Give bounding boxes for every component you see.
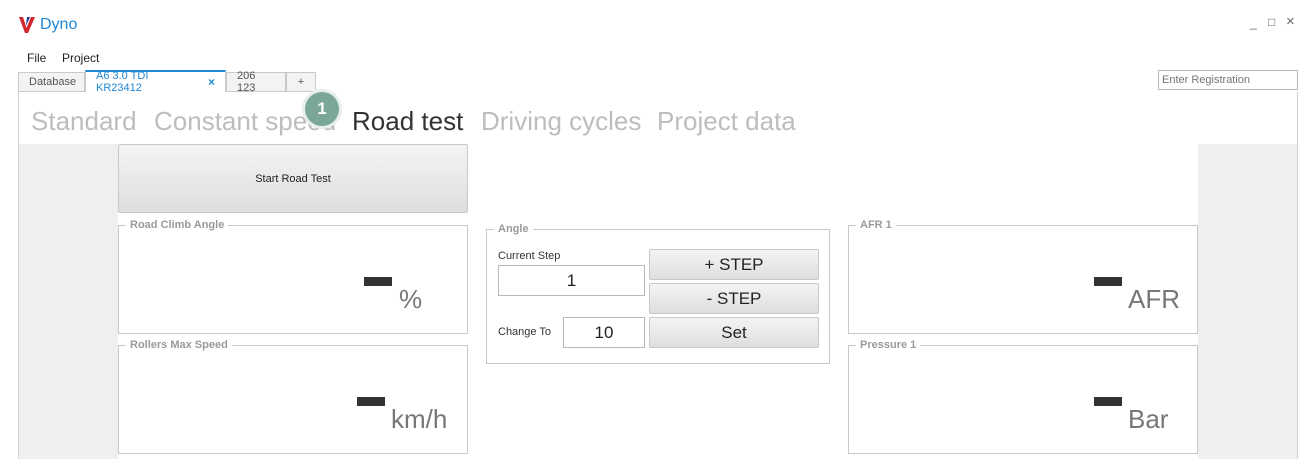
plus-icon: + [297, 76, 305, 88]
left-margin-panel [19, 144, 118, 459]
rollers-max-speed-group: Rollers Max Speed km/h [118, 339, 468, 454]
angle-group: Angle Current Step 1 Change To 10 + STEP… [486, 223, 830, 364]
set-button[interactable]: Set [649, 317, 819, 348]
nav-standard[interactable]: Standard [31, 106, 137, 137]
value-placeholder [1094, 397, 1122, 406]
registration-search-input[interactable] [1158, 70, 1298, 90]
add-tab-button[interactable]: + [286, 72, 316, 92]
pressure-group: Pressure 1 Bar [848, 339, 1198, 454]
road-climb-angle-group: Road Climb Angle % [118, 219, 468, 334]
value-placeholder [364, 277, 392, 286]
tab-label: 206 123 [237, 70, 256, 94]
step-badge: 1 [305, 92, 339, 126]
group-title: Rollers Max Speed [126, 339, 232, 351]
nav-driving-cycles[interactable]: Driving cycles [481, 106, 641, 137]
maximize-button[interactable]: □ [1268, 15, 1275, 29]
change-to-label: Change To [498, 326, 552, 338]
current-step-label: Current Step [498, 250, 561, 262]
afr-group: AFR 1 AFR [848, 219, 1198, 334]
group-title: Pressure 1 [856, 339, 921, 351]
close-button[interactable]: × [1286, 13, 1295, 30]
group-title: AFR 1 [856, 219, 896, 231]
close-tab-icon[interactable]: × [208, 75, 215, 89]
tab-label: Database [29, 76, 77, 88]
nav-project-data[interactable]: Project data [657, 106, 796, 137]
group-title: Road Climb Angle [126, 219, 229, 231]
app-logo-icon [19, 17, 35, 33]
right-margin-panel [1198, 144, 1297, 459]
tab-database[interactable]: Database [18, 72, 85, 92]
start-road-test-button[interactable]: Start Road Test [118, 144, 468, 213]
tab-a6-project[interactable]: A6 3.0 TDI KR23412 × [85, 70, 226, 94]
unit-label: AFR [1128, 284, 1180, 314]
minus-step-button[interactable]: - STEP [649, 283, 819, 314]
unit-label: % [399, 284, 423, 314]
tab-206-project[interactable]: 206 123 [226, 70, 286, 94]
minimize-button[interactable]: _ [1250, 16, 1257, 30]
unit-label: km/h [391, 404, 448, 434]
menu-file[interactable]: File [27, 51, 46, 65]
app-title: Dyno [40, 16, 78, 33]
nav-road-test[interactable]: Road test [352, 106, 463, 137]
tab-label: A6 3.0 TDI KR23412 [96, 70, 149, 94]
unit-label: Bar [1128, 404, 1169, 434]
menu-project[interactable]: Project [62, 51, 99, 65]
change-to-field[interactable]: 10 [563, 317, 645, 348]
value-placeholder [1094, 277, 1122, 286]
plus-step-button[interactable]: + STEP [649, 249, 819, 280]
value-placeholder [357, 397, 385, 406]
group-title: Angle [494, 223, 533, 235]
current-step-field[interactable]: 1 [498, 265, 645, 296]
